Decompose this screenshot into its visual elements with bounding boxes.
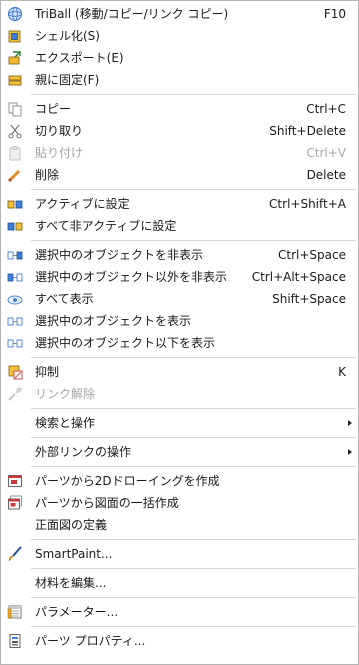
- menu-item-hide-selected[interactable]: 選択中のオブジェクトを非表示 Ctrl+Space: [1, 244, 358, 266]
- triball-icon: [7, 6, 23, 22]
- hide-others-icon: [7, 269, 23, 285]
- menu-label: エクスポート(E): [35, 51, 124, 65]
- menu-shortcut: Ctrl+V: [306, 146, 346, 160]
- menu-separator: [31, 539, 356, 540]
- menu-label: SmartPaint...: [35, 547, 113, 561]
- menu-item-fix-parent[interactable]: 親に固定(F): [1, 69, 358, 91]
- show-below-icon: [7, 335, 23, 351]
- submenu-arrow-icon: [348, 420, 352, 426]
- menu-item-suppress[interactable]: 抑制 K: [1, 361, 358, 383]
- menu-separator: [31, 597, 356, 598]
- menu-separator: [31, 437, 356, 438]
- menu-item-shell[interactable]: シェル化(S): [1, 25, 358, 47]
- menu-shortcut: Ctrl+C: [306, 102, 346, 116]
- menu-shortcut: Ctrl+Alt+Space: [251, 270, 346, 284]
- shell-icon: [7, 28, 23, 44]
- inactive-icon: [7, 218, 23, 234]
- menu-label: シェル化(S): [35, 29, 100, 43]
- fix-parent-icon: [7, 72, 23, 88]
- menu-label: TriBall (移動/コピー/リンク コピー): [35, 7, 229, 21]
- menu-label: アクティブに設定: [35, 197, 130, 211]
- menu-item-cut[interactable]: 切り取り Shift+Delete: [1, 120, 358, 142]
- menu-label: パーツから図面の一括作成: [35, 496, 179, 510]
- menu-shortcut: Shift+Delete: [269, 124, 346, 138]
- menu-label: パーツ プロパティ...: [35, 634, 146, 648]
- copy-icon: [7, 101, 23, 117]
- menu-label: 正面図の定義: [35, 518, 108, 532]
- menu-item-triball[interactable]: TriBall (移動/コピー/リンク コピー) F10: [1, 3, 358, 25]
- menu-label: 材料を編集...: [35, 576, 107, 590]
- show-all-icon: [7, 291, 23, 307]
- menu-label: 選択中のオブジェクト以外を非表示: [35, 270, 228, 284]
- show-selected-icon: [7, 313, 23, 329]
- menu-item-smartpaint[interactable]: SmartPaint...: [1, 543, 358, 565]
- menu-label: パラメーター...: [35, 605, 119, 619]
- menu-label: 外部リンクの操作: [35, 445, 132, 459]
- menu-label: 選択中のオブジェクト以下を表示: [35, 336, 216, 350]
- unlink-icon: [7, 386, 23, 402]
- menu-item-show-below[interactable]: 選択中のオブジェクト以下を表示: [1, 332, 358, 354]
- properties-icon: [7, 633, 23, 649]
- paste-icon: [7, 145, 23, 161]
- menu-label: 検索と操作: [35, 416, 96, 430]
- menu-separator: [31, 94, 356, 95]
- drawing-2d-icon: [7, 473, 23, 489]
- export-icon: [7, 50, 23, 66]
- menu-separator: [31, 626, 356, 627]
- menu-label: 抑制: [35, 365, 60, 379]
- menu-label: 削除: [35, 168, 60, 182]
- menu-shortcut: F10: [323, 7, 346, 21]
- menu-separator: [31, 466, 356, 467]
- menu-item-delete[interactable]: 削除 Delete: [1, 164, 358, 186]
- menu-item-create-2d[interactable]: パーツから2Dドローイングを作成: [1, 470, 358, 492]
- menu-shortcut: Ctrl+Space: [278, 248, 346, 262]
- menu-label: 切り取り: [35, 124, 84, 138]
- eraser-icon: [7, 167, 23, 183]
- menu-item-part-properties[interactable]: パーツ プロパティ...: [1, 630, 358, 652]
- menu-item-unlink: リンク解除: [1, 383, 358, 405]
- batch-drawing-icon: [7, 495, 23, 511]
- menu-label: リンク解除: [35, 387, 96, 401]
- menu-item-show-selected[interactable]: 選択中のオブジェクトを表示: [1, 310, 358, 332]
- menu-separator: [31, 189, 356, 190]
- menu-label: パーツから2Dドローイングを作成: [35, 474, 220, 488]
- scissors-icon: [7, 123, 23, 139]
- context-menu: TriBall (移動/コピー/リンク コピー) F10 シェル化(S) エクス…: [0, 0, 359, 665]
- menu-shortcut: K: [338, 365, 346, 379]
- menu-item-hide-unselected[interactable]: 選択中のオブジェクト以外を非表示 Ctrl+Alt+Space: [1, 266, 358, 288]
- menu-item-front-view[interactable]: 正面図の定義: [1, 514, 358, 536]
- submenu-arrow-icon: [348, 449, 352, 455]
- menu-label: 選択中のオブジェクトを非表示: [35, 248, 204, 262]
- active-icon: [7, 196, 23, 212]
- menu-item-parameters[interactable]: パラメーター...: [1, 601, 358, 623]
- menu-item-set-active[interactable]: アクティブに設定 Ctrl+Shift+A: [1, 193, 358, 215]
- menu-separator: [31, 568, 356, 569]
- menu-shortcut: Ctrl+Shift+A: [269, 197, 346, 211]
- menu-separator: [31, 357, 356, 358]
- menu-item-show-all[interactable]: すべて表示 Shift+Space: [1, 288, 358, 310]
- menu-item-set-all-inactive[interactable]: すべて非アクティブに設定: [1, 215, 358, 237]
- paintbrush-icon: [7, 546, 23, 562]
- menu-item-copy[interactable]: コピー Ctrl+C: [1, 98, 358, 120]
- menu-label: 貼り付け: [35, 146, 84, 160]
- menu-item-external-links[interactable]: 外部リンクの操作: [1, 441, 358, 463]
- menu-item-edit-material[interactable]: 材料を編集...: [1, 572, 358, 594]
- menu-separator: [31, 408, 356, 409]
- menu-item-search-ops[interactable]: 検索と操作: [1, 412, 358, 434]
- menu-shortcut: Shift+Space: [272, 292, 346, 306]
- menu-label: すべて非アクティブに設定: [35, 219, 177, 233]
- menu-item-batch-drawings[interactable]: パーツから図面の一括作成: [1, 492, 358, 514]
- menu-item-export[interactable]: エクスポート(E): [1, 47, 358, 69]
- menu-label: すべて表示: [35, 292, 94, 306]
- menu-shortcut: Delete: [306, 168, 346, 182]
- menu-label: 選択中のオブジェクトを表示: [35, 314, 192, 328]
- parameters-icon: [7, 604, 23, 620]
- menu-label: 親に固定(F): [35, 73, 100, 87]
- menu-separator: [31, 240, 356, 241]
- menu-item-paste: 貼り付け Ctrl+V: [1, 142, 358, 164]
- hide-selected-icon: [7, 247, 23, 263]
- menu-label: コピー: [35, 102, 72, 116]
- suppress-icon: [7, 364, 23, 380]
